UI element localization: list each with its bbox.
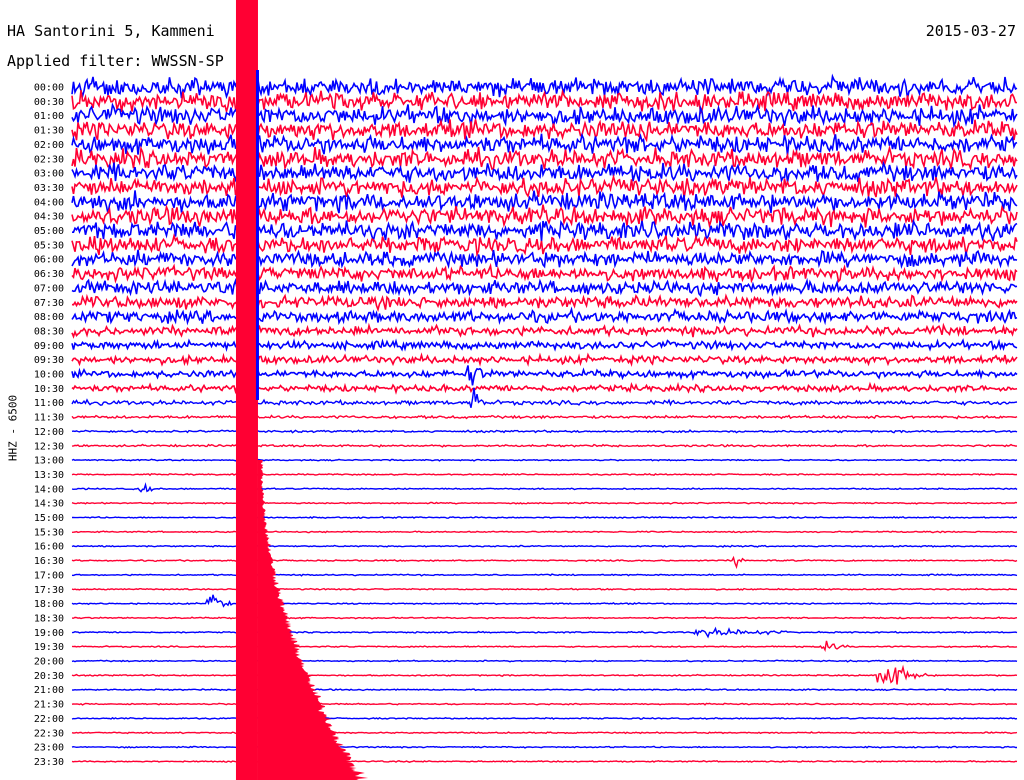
row-tick-label: 02:00	[34, 140, 64, 151]
row-tick-label: 19:00	[34, 628, 64, 639]
trace-1100	[71, 387, 1018, 408]
trace-1530	[71, 530, 1018, 534]
row-tick-label: 02:30	[34, 154, 64, 165]
trace-2030	[71, 664, 1018, 685]
trace-2130	[71, 702, 1018, 706]
row-tick-label: 13:00	[34, 456, 64, 467]
row-tick-label: 10:30	[34, 384, 64, 395]
row-tick-label: 01:00	[34, 111, 64, 122]
row-tick-label: 18:00	[34, 599, 64, 610]
row-tick-label: 09:00	[34, 341, 64, 352]
trace-0500	[72, 218, 1018, 243]
trace-2300	[71, 745, 1017, 749]
row-tick-label: 10:00	[34, 370, 64, 381]
row-tick-label: 16:00	[34, 542, 64, 553]
row-tick-label: 03:00	[34, 169, 64, 180]
row-tick-label: 12:00	[34, 427, 64, 438]
trace-0630	[71, 262, 1018, 284]
trace-1230	[71, 443, 1018, 448]
saturated-arrival	[235, 0, 258, 780]
trace-1030	[71, 381, 1018, 395]
row-tick-label: 23:00	[34, 743, 64, 754]
row-tick-label: 05:00	[34, 226, 64, 237]
trace-2100	[71, 688, 1018, 692]
row-tick-label: 21:30	[34, 700, 64, 711]
trace-group	[71, 0, 1018, 780]
row-tick-label: 12:30	[34, 441, 64, 452]
trace-1630	[71, 555, 1018, 570]
trace-0130	[71, 118, 1018, 143]
row-tick-label: 09:30	[34, 355, 64, 366]
row-tick-label: 00:00	[34, 83, 64, 94]
trace-1430	[71, 501, 1018, 505]
trace-1400	[71, 482, 1018, 493]
row-tick-label: 21:00	[34, 685, 64, 696]
row-tick-label: 11:00	[34, 398, 64, 409]
row-tick-label: 14:30	[34, 499, 64, 510]
trace-0200	[71, 132, 1018, 156]
trace-1830	[71, 616, 1018, 620]
trace-0830	[71, 322, 1018, 339]
trace-0700	[71, 277, 1018, 299]
trace-1900	[71, 626, 1018, 639]
trace-1200	[71, 429, 1018, 434]
row-tick-label: 08:00	[34, 312, 64, 323]
row-tick-label: 07:00	[34, 283, 64, 294]
row-tick-label: 17:00	[34, 570, 64, 581]
trace-2200	[71, 716, 1018, 720]
row-tick-label: 14:00	[34, 484, 64, 495]
trace-1730	[71, 587, 1017, 591]
row-tick-label: 06:30	[34, 269, 64, 280]
trace-2230	[71, 731, 1018, 735]
trace-0330	[71, 173, 1018, 199]
row-tick-label: 15:00	[34, 513, 64, 524]
row-tick-label: 15:30	[34, 527, 64, 538]
row-tick-label: 03:30	[34, 183, 64, 194]
row-tick-label: 08:30	[34, 326, 64, 337]
arrival-edge	[255, 70, 259, 400]
row-tick-label: 20:00	[34, 657, 64, 668]
trace-2000	[71, 659, 1018, 663]
arrival-coda	[257, 460, 369, 780]
trace-1700	[71, 573, 1018, 577]
trace-0730	[71, 293, 1018, 313]
row-tick-label: 19:30	[34, 642, 64, 653]
row-tick-label: 06:00	[34, 255, 64, 266]
trace-0900	[71, 338, 1018, 352]
row-tick-label: 23:30	[34, 757, 64, 768]
row-tick-label: 07:30	[34, 298, 64, 309]
trace-0930	[71, 352, 1018, 367]
row-tick-label: 04:30	[34, 212, 64, 223]
row-tick-labels: 00:00 00:30 01:00 01:30 02:00 02:30 03:00 03:30…	[34, 83, 64, 768]
trace-1130	[71, 414, 1018, 420]
trace-2330	[71, 759, 1018, 763]
row-tick-label: 05:30	[34, 240, 64, 251]
row-tick-label: 18:30	[34, 613, 64, 624]
trace-1300	[71, 458, 1018, 462]
trace-1500	[71, 515, 1018, 520]
trace-1930	[71, 640, 1018, 653]
trace-0800	[71, 306, 1018, 326]
trace-0530	[71, 233, 1018, 258]
row-tick-label: 22:30	[34, 728, 64, 739]
row-tick-label: 01:30	[34, 126, 64, 137]
row-tick-label: 20:30	[34, 671, 64, 682]
row-tick-label: 04:00	[34, 197, 64, 208]
row-tick-label: 17:30	[34, 585, 64, 596]
row-tick-label: 16:30	[34, 556, 64, 567]
trace-1330	[71, 472, 1018, 477]
seismogram-plot: 00:00 00:30 01:00 01:30 02:00 02:30 03:00 03:30…	[34, 0, 1018, 780]
trace-1600	[71, 544, 1018, 548]
row-tick-label: 11:30	[34, 413, 64, 424]
trace-1800	[71, 594, 1018, 608]
row-tick-label: 13:30	[34, 470, 64, 481]
trace-1000	[71, 365, 1018, 386]
trace-0600	[71, 249, 1018, 270]
row-tick-label: 22:00	[34, 714, 64, 725]
row-tick-label: 00:30	[34, 97, 64, 108]
